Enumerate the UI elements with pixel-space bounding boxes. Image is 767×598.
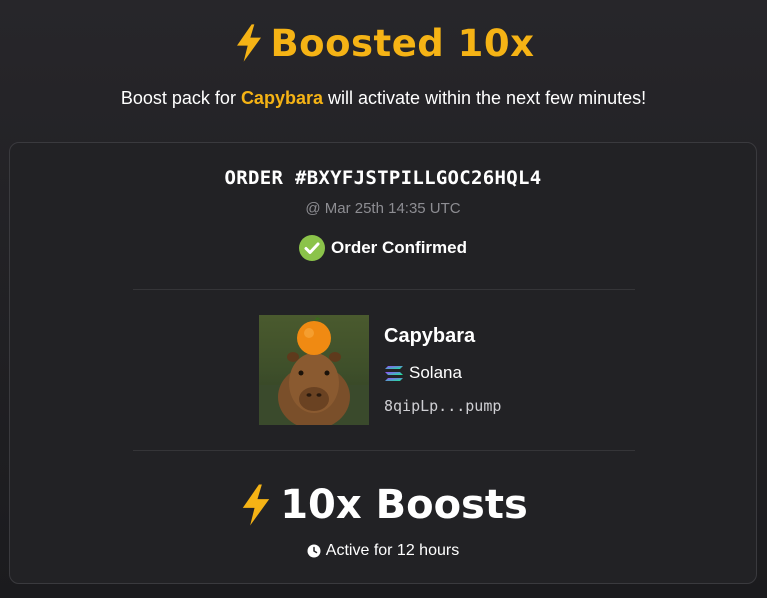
capybara-with-orange-image (259, 315, 369, 425)
boost-duration: Active for 12 hours (10, 542, 756, 560)
activation-message-suffix: will activate within the next few minute… (322, 88, 647, 108)
clock-icon (307, 544, 321, 558)
page-title-text: Boosted 10x (270, 21, 535, 65)
activation-message-prefix: Boost pack for (120, 88, 241, 108)
order-id: ORDER #BXYFJSTPILLGOC26HQL4 (224, 167, 542, 189)
check-circle-icon (298, 235, 325, 261)
order-status: Order Confirmed (10, 235, 756, 261)
token-chain: Solana (384, 363, 462, 383)
order-card: ORDER #BXYFJSTPILLGOC26HQL4 @ Mar 25th 1… (9, 142, 757, 584)
solana-icon (385, 365, 403, 381)
token-address[interactable]: 8qipLp...pump (384, 397, 501, 415)
order-status-label: Order Confirmed (330, 238, 468, 257)
divider (133, 289, 635, 290)
token-name: Capybara (384, 325, 476, 347)
boost-duration-label: Active for 12 hours (325, 542, 460, 559)
lightning-bolt-icon (243, 484, 270, 526)
divider (133, 450, 635, 451)
order-timestamp: @ Mar 25th 14:35 UTC (305, 200, 461, 217)
token-info: Capybara Solana 8qipLp...pump (259, 315, 559, 425)
lightning-bolt-icon (237, 24, 262, 62)
page-title: Boosted 10x (0, 18, 767, 68)
token-image (259, 315, 369, 425)
boost-amount-label: 10x Boosts (280, 482, 528, 528)
token-chain-label: Solana (409, 363, 462, 382)
boost-amount: 10x Boosts (10, 482, 756, 528)
activation-message-token: Capybara (240, 88, 323, 108)
activation-message: Boost pack for Capybara will activate wi… (0, 88, 767, 109)
